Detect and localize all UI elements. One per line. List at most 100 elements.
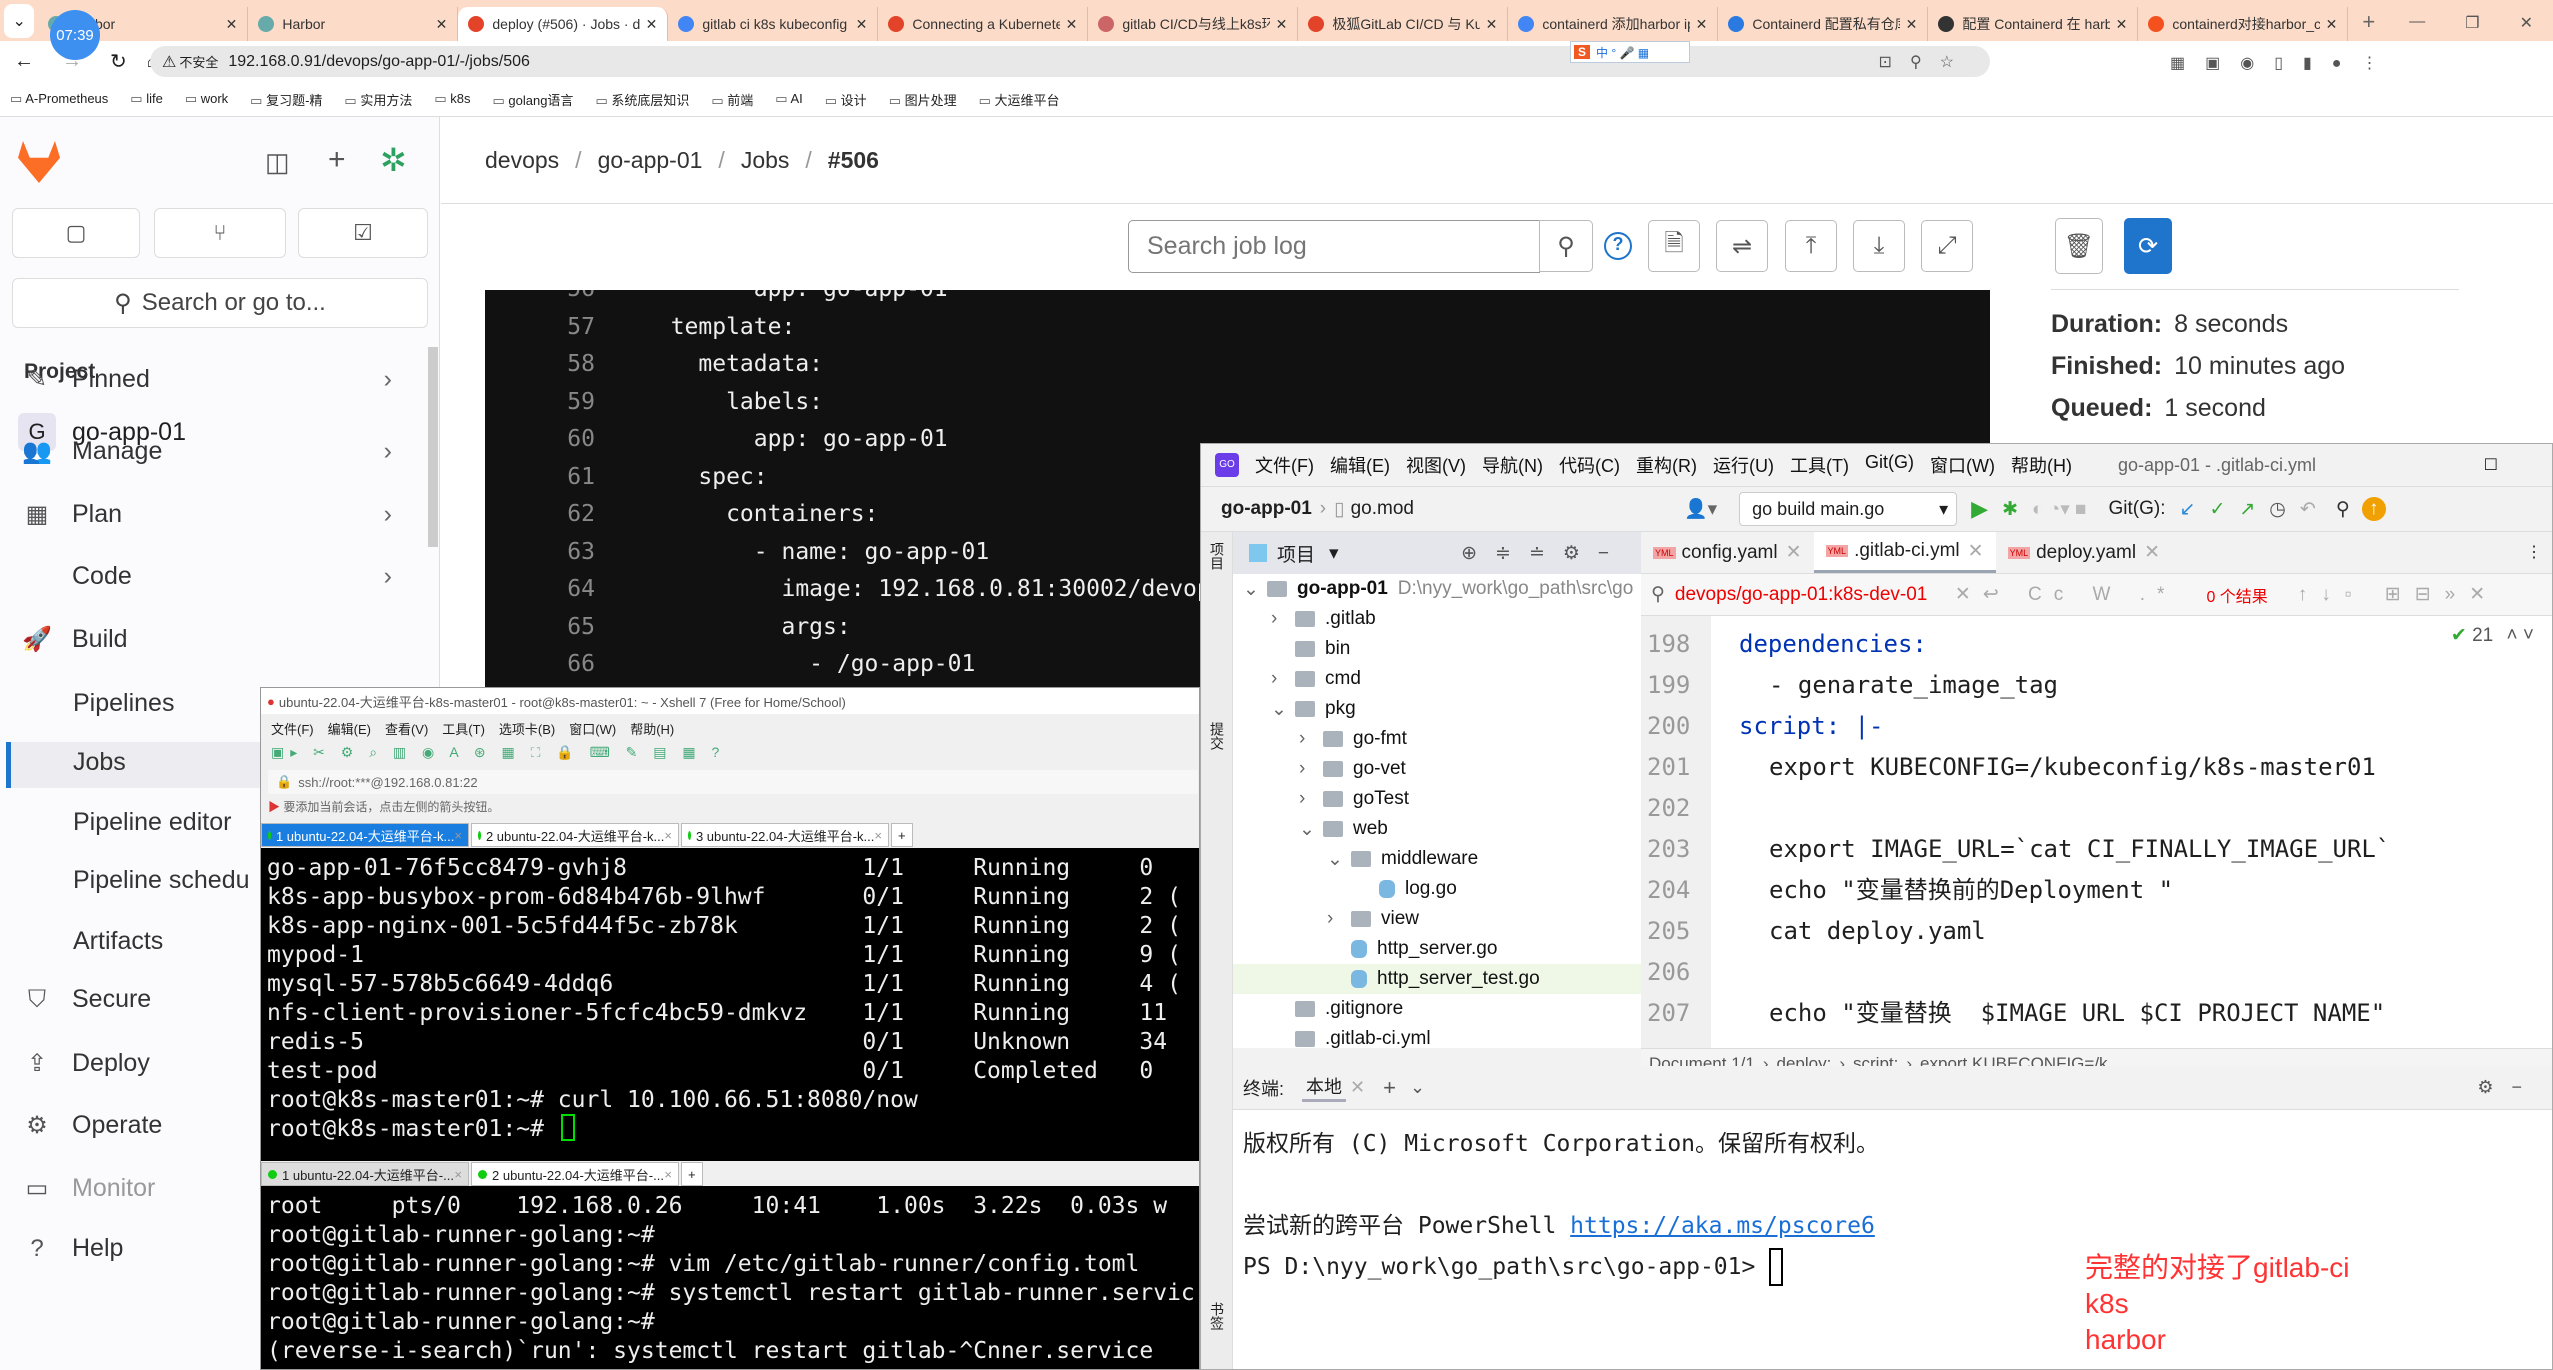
nav-pinned[interactable]: ✎ Pinned › xyxy=(22,365,412,394)
tree-item[interactable]: › go-fmt xyxy=(1299,724,1407,754)
nav-project[interactable]: go-app-01 xyxy=(1221,498,1312,520)
close-tab-icon[interactable]: ✕ xyxy=(2116,16,2128,33)
tree-item[interactable]: ⌄ web xyxy=(1299,814,1388,844)
search-job-log-input[interactable] xyxy=(1128,220,1540,273)
wrap-lines-button[interactable]: ⇌ xyxy=(1716,220,1768,272)
tree-item[interactable]: bin xyxy=(1271,634,1350,664)
nav-sub-item[interactable]: Artifacts xyxy=(73,927,163,956)
close-icon[interactable]: ✕ xyxy=(1786,541,1802,564)
breadcrumb-item[interactable]: devops xyxy=(485,147,559,174)
help-icon[interactable]: ? xyxy=(1604,232,1632,260)
close-tab-icon[interactable]: ✕ xyxy=(856,16,868,33)
browser-tab[interactable]: 极狐GitLab CI/CD 与 Kub ✕ xyxy=(1298,7,1509,41)
close-tab-icon[interactable]: ✕ xyxy=(2326,16,2338,33)
url-text[interactable]: 192.168.0.91/devops/go-app-01/-/jobs/506 xyxy=(228,53,530,71)
editor-tab[interactable]: YML .gitlab-ci.yml ✕ xyxy=(1813,532,1996,573)
chevron-right-icon[interactable]: › xyxy=(1299,788,1323,810)
ide-menu-item[interactable]: 窗口(W) xyxy=(1930,452,1995,478)
ide-menu-item[interactable]: 编辑(E) xyxy=(1330,452,1390,478)
ime-toolbar[interactable]: S中 ° 🎤 ▦ xyxy=(1570,41,1690,63)
xshell-session-tab[interactable]: 2 ubuntu-22.04-大运维平台-k... × xyxy=(471,823,679,847)
ide-menu-item[interactable]: 工具(T) xyxy=(1790,452,1849,478)
bookmark-folder[interactable]: A-Prometheus xyxy=(10,91,108,107)
nav-manage[interactable]: 👥 Manage › xyxy=(22,437,412,466)
bookmark-folder[interactable]: 大运维平台 xyxy=(979,90,1060,109)
chevron-down-icon[interactable]: ⌄ xyxy=(1243,578,1267,601)
close-tab-icon[interactable]: ✕ xyxy=(646,16,658,33)
tree-item[interactable]: › go-vet xyxy=(1299,754,1406,784)
git-push-icon[interactable]: ↗ xyxy=(2239,498,2255,521)
terminal-tab-local[interactable]: 本地 xyxy=(1302,1073,1347,1102)
avatar[interactable]: ✲ xyxy=(380,141,407,179)
inspection-widget[interactable]: ✔ 21 ˄ ˅ xyxy=(2451,624,2534,647)
bookmark-folder[interactable]: 实用方法 xyxy=(344,90,412,109)
chevron-right-icon[interactable]: › xyxy=(1299,728,1323,750)
user-icon[interactable]: 👤▾ xyxy=(1684,497,1717,521)
debug-icon[interactable]: ✱ xyxy=(2002,498,2018,521)
coverage-icon[interactable]: ◐ ◔▾ ■ xyxy=(2032,498,2087,521)
close-icon[interactable]: × xyxy=(664,828,672,843)
xshell-session-tab[interactable]: 3 ubuntu-22.04-大运维平台-k... × xyxy=(681,823,889,847)
tree-item[interactable]: ⌄ go-app-01 D:\nyy_work\go_path\src\go xyxy=(1243,574,1633,604)
todo-button[interactable]: ☑ xyxy=(298,208,428,258)
new-session-tab-button[interactable]: + xyxy=(681,1162,703,1186)
ide-maximize[interactable]: ☐ xyxy=(2484,455,2498,475)
ide-terminal[interactable]: 版权所有 (C) Microsoft Corporation。保留所有权利。 尝… xyxy=(1233,1110,2552,1369)
nav-sub-item[interactable]: Jobs xyxy=(73,748,126,777)
gitlab-logo[interactable] xyxy=(18,141,60,183)
new-session-tab-button[interactable]: + xyxy=(891,823,913,847)
xshell-menu-item[interactable]: 窗口(W) xyxy=(569,719,616,738)
retry-job-button[interactable]: ⟳ xyxy=(2124,218,2172,274)
nav-sub-item[interactable]: Pipelines xyxy=(73,689,174,718)
xshell-menu-item[interactable]: 工具(T) xyxy=(442,719,485,738)
close-tab-icon[interactable]: ✕ xyxy=(1276,16,1288,33)
new-tab-button[interactable]: + xyxy=(2348,9,2389,41)
tool-commit[interactable]: 提交 xyxy=(1207,722,1227,750)
chevron-down-icon[interactable]: ⌄ xyxy=(1327,848,1351,871)
floating-clock-widget[interactable]: 07:39 xyxy=(50,10,100,60)
tree-item[interactable]: › view xyxy=(1327,904,1419,934)
ide-menu-item[interactable]: 代码(C) xyxy=(1559,452,1620,478)
close-tab-icon[interactable]: ✕ xyxy=(1696,16,1708,33)
editor-tab[interactable]: YML config.yaml ✕ xyxy=(1641,532,1814,573)
more-tabs-icon[interactable]: ⋮ xyxy=(2526,532,2542,573)
history-icon[interactable]: ◷ xyxy=(2269,498,2286,521)
chevron-right-icon[interactable]: › xyxy=(1299,758,1323,780)
breadcrumb-item[interactable]: #506 xyxy=(828,147,879,174)
search-or-go-button[interactable]: ⚲ Search or go to... xyxy=(12,278,428,328)
xshell-menu-item[interactable]: 编辑(E) xyxy=(328,719,371,738)
bookmark-folder[interactable]: life xyxy=(130,91,163,107)
merge-requests-button[interactable]: ⑂ xyxy=(154,208,286,258)
scroll-top-button[interactable]: ⤒ xyxy=(1785,220,1837,272)
ide-menu-item[interactable]: 帮助(H) xyxy=(2011,452,2072,478)
close-icon[interactable]: ✕ xyxy=(1350,1077,1365,1098)
ide-menu-item[interactable]: 文件(F) xyxy=(1255,452,1314,478)
bookmark-folder[interactable]: work xyxy=(185,91,228,107)
nav-sub-item[interactable]: Pipeline editor xyxy=(73,808,231,837)
browser-tab[interactable]: gitlab CI/CD与线上k8s环 ✕ xyxy=(1088,7,1299,41)
close-tab-icon[interactable]: ✕ xyxy=(1906,16,1918,33)
xshell-menu-item[interactable]: 选项卡(B) xyxy=(499,719,555,738)
terminal-k8s-master[interactable]: go-app-01-76f5cc8479-gvhj8 1/1 Running 0… xyxy=(261,848,1199,1161)
tree-item[interactable]: .gitlab-ci.yml xyxy=(1271,1024,1431,1048)
tree-item[interactable]: http_server_test.go xyxy=(1233,964,1641,994)
chevron-right-icon[interactable]: › xyxy=(1271,668,1295,690)
minimize-button[interactable]: — xyxy=(2409,13,2425,33)
tool-bookmarks[interactable]: 书签 xyxy=(1207,1302,1227,1330)
translate-zoom-bookmark-icons[interactable]: ⊡⚲☆ xyxy=(1879,52,1972,72)
browser-tab[interactable]: 配置 Containerd 在 harb ✕ xyxy=(1928,7,2139,41)
bookmark-folder[interactable]: 系统底层知识 xyxy=(595,90,689,109)
back-icon[interactable]: ← xyxy=(14,50,34,73)
ide-menu-item[interactable]: 重构(R) xyxy=(1636,452,1697,478)
create-new-icon[interactable]: + xyxy=(328,143,346,177)
search-log-button[interactable]: ⚲ xyxy=(1539,220,1593,272)
close-tab-icon[interactable]: ✕ xyxy=(436,16,448,33)
browser-tab[interactable]: Containerd 配置私有仓库 ✕ xyxy=(1718,7,1929,41)
terminal-settings-icon[interactable]: ⚙− xyxy=(2477,1077,2540,1098)
close-button[interactable]: ✕ xyxy=(2520,13,2533,33)
find-options[interactable]: ✕↩ Cc W .* xyxy=(1955,583,2177,606)
nav-code[interactable]: Code › xyxy=(22,562,412,591)
xshell-session-tab[interactable]: 1 ubuntu-22.04-大运维平台-k... × xyxy=(261,823,469,847)
nav-file[interactable]: go.mod xyxy=(1351,498,1414,520)
new-terminal-icon[interactable]: + xyxy=(1383,1075,1396,1101)
